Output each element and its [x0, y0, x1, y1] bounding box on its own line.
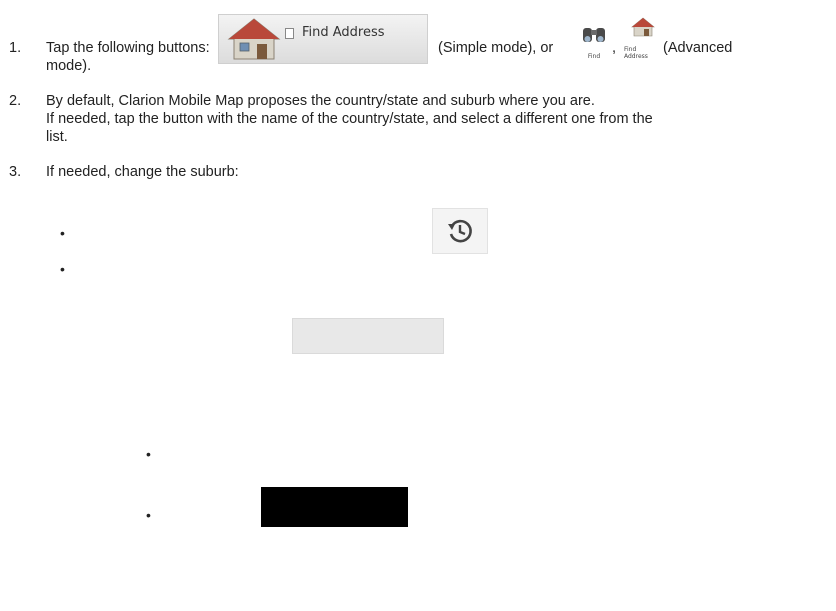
bullet-dot: • [146, 507, 151, 523]
step-3-text: If needed, change the suburb: [46, 164, 239, 180]
step-1-comma: , [612, 40, 617, 56]
step-1-text-after: (Advanced [663, 40, 733, 56]
find-address-doc-icon [285, 27, 294, 39]
house-icon [227, 18, 281, 60]
bullet-dot: • [146, 446, 151, 462]
step-2-number: 2. [9, 93, 22, 109]
step-3-number: 3. [9, 164, 22, 180]
step-2-line-1: By default, Clarion Mobile Map proposes … [46, 93, 595, 109]
binoculars-icon [583, 28, 605, 42]
step-1-number: 1. [9, 40, 22, 56]
city-name-button[interactable] [292, 318, 444, 354]
bullet-dot: • [60, 225, 65, 241]
find-address-small-label: Find Address [624, 46, 648, 60]
step-1-text-before: Tap the following buttons: [46, 40, 210, 56]
history-icon [448, 219, 472, 243]
step-2-line-3: list. [46, 129, 68, 145]
find-address-button[interactable]: Find Address [218, 14, 428, 64]
find-button[interactable]: Find [577, 8, 611, 64]
bullet-dot: • [60, 261, 65, 277]
find-address-button-label: Find Address [302, 24, 385, 40]
step-1-text-line2: mode). [46, 58, 92, 74]
step-1-text-middle: (Simple mode), or [438, 40, 554, 56]
step-2-line-2: If needed, tap the button with the name … [46, 111, 653, 127]
done-button[interactable] [261, 487, 408, 527]
house-icon [631, 17, 655, 37]
find-address-small-button[interactable]: Find Address [624, 8, 662, 64]
recent-history-button[interactable] [432, 208, 488, 254]
find-button-label: Find [587, 53, 601, 60]
